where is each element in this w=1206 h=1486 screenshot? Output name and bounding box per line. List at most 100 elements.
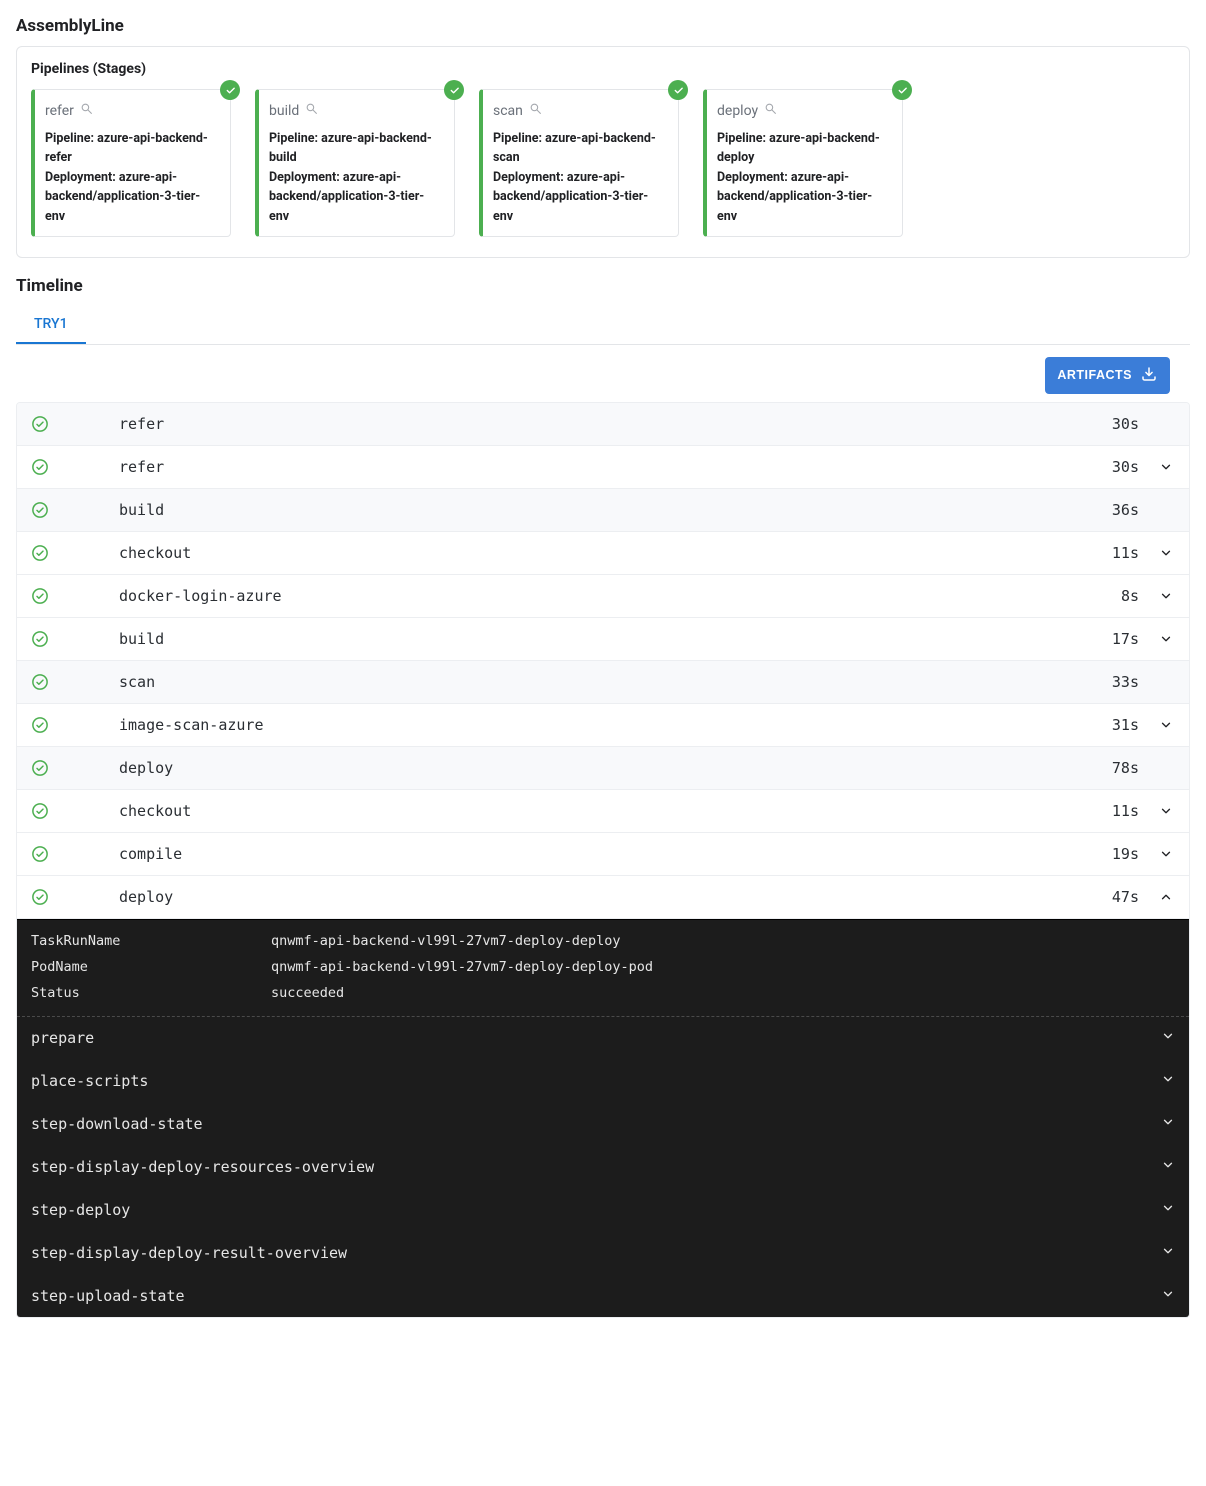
timeline-item-compile[interactable]: compile 19s — [17, 833, 1189, 876]
timeline-item-build[interactable]: build 17s — [17, 618, 1189, 661]
row-name: deploy — [119, 759, 1098, 777]
row-duration: 30s — [1112, 458, 1139, 476]
chevron-down-icon[interactable] — [1157, 460, 1175, 474]
step-name: step-display-deploy-resources-overview — [31, 1158, 374, 1176]
step-row-step-display-deploy-resources-overview[interactable]: step-display-deploy-resources-overview — [17, 1145, 1189, 1188]
pipelines-panel-title: Pipelines (Stages) — [31, 61, 1175, 77]
tab-try1[interactable]: TRY1 — [16, 306, 86, 344]
success-icon — [31, 587, 51, 605]
stage-body: Pipeline: azure-api-backend-refer Deploy… — [45, 129, 220, 226]
chevron-up-icon[interactable] — [1157, 890, 1175, 904]
chevron-down-icon — [1161, 1244, 1175, 1262]
row-name: build — [119, 501, 1098, 519]
timeline-item-image-scan-azure[interactable]: image-scan-azure 31s — [17, 704, 1189, 747]
row-name: scan — [119, 673, 1098, 691]
meta-key: Status — [31, 985, 271, 1001]
step-name: step-deploy — [31, 1201, 130, 1219]
success-icon — [31, 888, 51, 906]
timeline-group-build: build 36s — [17, 489, 1189, 532]
row-duration: 36s — [1112, 501, 1139, 519]
step-row-step-upload-state[interactable]: step-upload-state — [17, 1274, 1189, 1317]
search-icon[interactable] — [529, 102, 542, 119]
row-duration: 33s — [1112, 673, 1139, 691]
stage-name: build — [269, 103, 299, 119]
timeline-item-docker-login-azure[interactable]: docker-login-azure 8s — [17, 575, 1189, 618]
timeline-item-checkout[interactable]: checkout 11s — [17, 790, 1189, 833]
timeline-item-checkout[interactable]: checkout 11s — [17, 532, 1189, 575]
success-icon — [31, 759, 51, 777]
chevron-down-icon[interactable] — [1157, 546, 1175, 560]
stage-card-build[interactable]: build Pipeline: azure-api-backend-build … — [255, 89, 455, 237]
success-icon — [31, 630, 51, 648]
chevron-down-icon[interactable] — [1157, 847, 1175, 861]
stage-card-refer[interactable]: refer Pipeline: azure-api-backend-refer … — [31, 89, 231, 237]
chevron-down-icon[interactable] — [1157, 632, 1175, 646]
stage-body: Pipeline: azure-api-backend-build Deploy… — [269, 129, 444, 226]
chevron-down-icon — [1161, 1158, 1175, 1176]
row-name: docker-login-azure — [119, 587, 1107, 605]
search-icon[interactable] — [80, 102, 93, 119]
row-duration: 11s — [1112, 802, 1139, 820]
success-icon — [31, 544, 51, 562]
step-row-step-download-state[interactable]: step-download-state — [17, 1102, 1189, 1145]
step-row-place-scripts[interactable]: place-scripts — [17, 1059, 1189, 1102]
stage-head: refer — [45, 102, 220, 119]
chevron-down-icon[interactable] — [1157, 804, 1175, 818]
row-name: checkout — [119, 802, 1098, 820]
meta-value: qnwmf-api-backend-vl99l-27vm7-deploy-dep… — [271, 959, 653, 975]
step-name: prepare — [31, 1029, 94, 1047]
row-name: compile — [119, 845, 1098, 863]
step-name: step-upload-state — [31, 1287, 185, 1305]
step-row-prepare[interactable]: prepare — [17, 1017, 1189, 1059]
row-duration: 31s — [1112, 716, 1139, 734]
check-badge-icon — [668, 80, 688, 100]
stage-name: refer — [45, 103, 74, 119]
search-icon[interactable] — [305, 102, 318, 119]
task-detail-panel: TaskRunNameqnwmf-api-backend-vl99l-27vm7… — [17, 919, 1189, 1317]
step-row-step-deploy[interactable]: step-deploy — [17, 1188, 1189, 1231]
success-icon — [31, 458, 51, 476]
success-icon — [31, 673, 51, 691]
row-name: refer — [119, 458, 1098, 476]
check-badge-icon — [220, 80, 240, 100]
timeline-item-deploy[interactable]: deploy 47s — [17, 876, 1189, 919]
meta-key: TaskRunName — [31, 933, 271, 949]
row-name: checkout — [119, 544, 1098, 562]
cloud-download-icon — [1140, 365, 1158, 386]
timeline-group-scan: scan 33s — [17, 661, 1189, 704]
timeline-list: refer 30s refer 30s build 36s checkout 1… — [16, 402, 1190, 1318]
search-icon[interactable] — [764, 102, 777, 119]
pipelines-panel: Pipelines (Stages) refer Pipeline: azure… — [16, 46, 1190, 258]
timeline-item-refer[interactable]: refer 30s — [17, 446, 1189, 489]
stage-head: deploy — [717, 102, 892, 119]
stage-name: scan — [493, 103, 523, 119]
check-badge-icon — [892, 80, 912, 100]
timeline-group-refer: refer 30s — [17, 403, 1189, 446]
success-icon — [31, 501, 51, 519]
chevron-down-icon — [1161, 1115, 1175, 1133]
stage-body: Pipeline: azure-api-backend-scan Deploym… — [493, 129, 668, 226]
chevron-down-icon[interactable] — [1157, 718, 1175, 732]
step-name: step-display-deploy-result-overview — [31, 1244, 347, 1262]
chevron-down-icon — [1161, 1072, 1175, 1090]
success-icon — [31, 845, 51, 863]
assemblyline-title: AssemblyLine — [16, 16, 1190, 36]
step-row-step-display-deploy-result-overview[interactable]: step-display-deploy-result-overview — [17, 1231, 1189, 1274]
row-duration: 17s — [1112, 630, 1139, 648]
artifacts-button[interactable]: ARTIFACTS — [1045, 357, 1170, 394]
success-icon — [31, 802, 51, 820]
chevron-down-icon[interactable] — [1157, 589, 1175, 603]
meta-value: qnwmf-api-backend-vl99l-27vm7-deploy-dep… — [271, 933, 621, 949]
stage-head: build — [269, 102, 444, 119]
chevron-down-icon — [1161, 1029, 1175, 1047]
row-duration: 11s — [1112, 544, 1139, 562]
stage-card-deploy[interactable]: deploy Pipeline: azure-api-backend-deplo… — [703, 89, 903, 237]
row-name: deploy — [119, 888, 1098, 906]
stage-card-scan[interactable]: scan Pipeline: azure-api-backend-scan De… — [479, 89, 679, 237]
stage-head: scan — [493, 102, 668, 119]
success-icon — [31, 716, 51, 734]
stage-body: Pipeline: azure-api-backend-deploy Deplo… — [717, 129, 892, 226]
stage-name: deploy — [717, 103, 758, 119]
check-badge-icon — [444, 80, 464, 100]
row-duration: 47s — [1112, 888, 1139, 906]
